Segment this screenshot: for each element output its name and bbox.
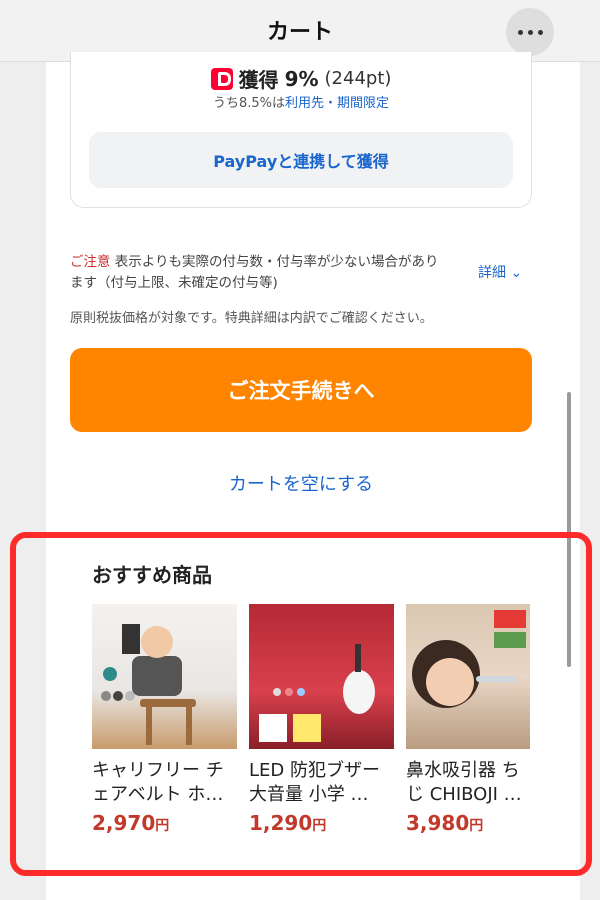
price-unit: 円 bbox=[312, 818, 327, 834]
details-link[interactable]: 詳細 ⌄ bbox=[478, 262, 522, 282]
points-amount: (244pt) bbox=[324, 68, 392, 89]
paypay-logo-icon bbox=[210, 67, 233, 90]
price-value: 2,970 bbox=[92, 811, 156, 835]
points-notice: ご注意 表示よりも実際の付与数・付与率が少ない場合があります（付与上限、未確定の… bbox=[70, 252, 450, 294]
paypay-link-button[interactable]: PayPayと連携して獲得 bbox=[89, 132, 513, 188]
price-value: 1,290 bbox=[249, 811, 313, 835]
checkout-button[interactable]: ご注文手続きへ bbox=[70, 348, 532, 432]
price-unit: 円 bbox=[469, 818, 484, 834]
caution-label: ご注意 bbox=[70, 254, 111, 270]
dot-icon bbox=[517, 29, 523, 35]
points-card: 獲得 9% (244pt) うち8.5%は利用先・期間限定 PayPayと連携し… bbox=[70, 52, 532, 208]
product-image[interactable] bbox=[92, 604, 237, 749]
points-subtext: うち8.5%は利用先・期間限定 bbox=[71, 92, 531, 111]
product-image[interactable] bbox=[249, 604, 394, 749]
cart-content: 獲得 9% (244pt) うち8.5%は利用先・期間限定 PayPayと連携し… bbox=[46, 52, 580, 900]
price-value: 3,980 bbox=[406, 811, 470, 835]
tax-note: 原則税抜価格が対象です。特典詳細は内訳でご確認ください。 bbox=[70, 311, 433, 326]
product-name[interactable]: キャリフリー チェアベルト ホ… bbox=[92, 759, 237, 807]
scrollbar[interactable] bbox=[567, 392, 571, 667]
recommended-section: おすすめ商品 キャリフリー チェアベルト ホ… 2,970円 LED 防犯ブザー… bbox=[46, 529, 580, 859]
recommended-title: おすすめ商品 bbox=[92, 563, 212, 587]
more-options-button[interactable] bbox=[506, 8, 554, 56]
points-summary: 獲得 9% (244pt) bbox=[71, 64, 531, 93]
price-unit: 円 bbox=[155, 818, 170, 834]
product-price: 1,290円 bbox=[249, 811, 394, 835]
points-usage-link[interactable]: 利用先・期間限定 bbox=[285, 96, 389, 111]
empty-cart-link[interactable]: カートを空にする bbox=[46, 470, 556, 496]
recommended-item[interactable]: 鼻水吸引器 ちじ CHIBOJI … 3,980円 bbox=[406, 604, 530, 835]
recommended-item[interactable]: キャリフリー チェアベルト ホ… 2,970円 bbox=[92, 604, 237, 835]
recommended-item[interactable]: LED 防犯ブザー 大音量 小学 … 1,290円 bbox=[249, 604, 394, 835]
product-image[interactable] bbox=[406, 604, 530, 749]
notice-text: 表示よりも実際の付与数・付与率が少ない場合があります（付与上限、未確定の付与等) bbox=[70, 254, 439, 291]
product-price: 2,970円 bbox=[92, 811, 237, 835]
next-card bbox=[46, 884, 580, 900]
points-subtext-prefix: うち8.5%は bbox=[212, 96, 285, 111]
product-price: 3,980円 bbox=[406, 811, 530, 835]
points-label: 獲得 bbox=[238, 68, 279, 92]
product-name[interactable]: 鼻水吸引器 ちじ CHIBOJI … bbox=[406, 759, 530, 807]
points-rate: 9% bbox=[284, 66, 319, 91]
product-name[interactable]: LED 防犯ブザー 大音量 小学 … bbox=[249, 759, 394, 807]
dot-icon bbox=[527, 29, 533, 35]
dot-icon bbox=[537, 29, 543, 35]
